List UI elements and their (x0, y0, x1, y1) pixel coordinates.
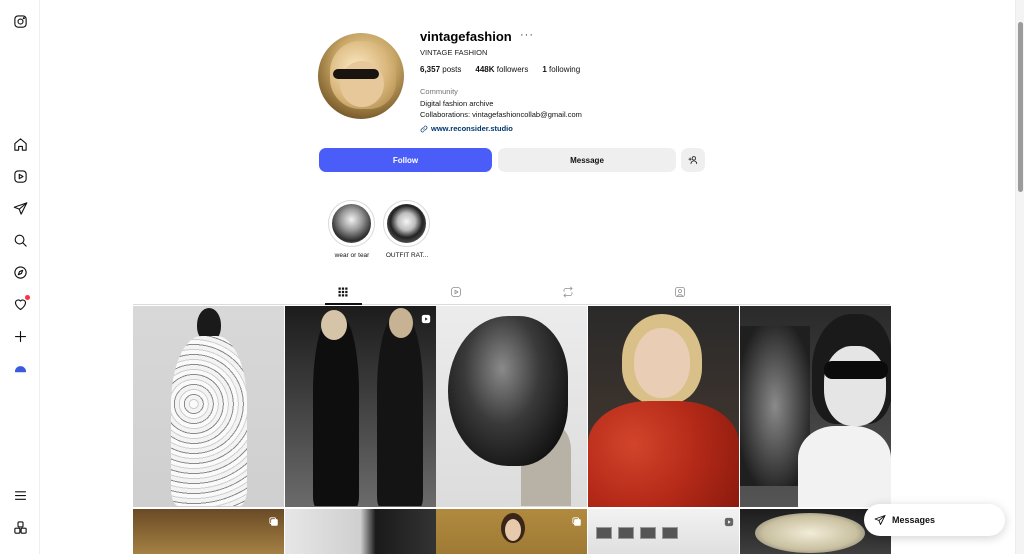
message-button[interactable]: Message (498, 148, 676, 172)
post-thumbnail[interactable] (436, 509, 587, 554)
post-thumbnail[interactable] (133, 306, 284, 507)
reel-indicator-icon (724, 514, 734, 527)
direct-icon[interactable] (12, 200, 28, 216)
profile-category: Community (420, 87, 458, 96)
highlight-cover (387, 204, 426, 243)
profile-stats: 6,357 posts 448K followers 1 following (420, 65, 580, 74)
profile-icon[interactable] (12, 360, 28, 376)
followers-stat[interactable]: 448K followers (475, 65, 528, 74)
post-thumbnail[interactable] (588, 306, 739, 507)
reel-indicator-icon (421, 311, 431, 324)
tab-tagged-icon[interactable] (673, 285, 687, 299)
story-highlight[interactable]: OUTFIT RAT... (383, 200, 431, 259)
tab-posts-grid-icon[interactable] (336, 285, 350, 299)
tabs-divider (133, 304, 890, 305)
following-stat[interactable]: 1 following (542, 65, 580, 74)
scrollbar-thumb[interactable] (1018, 22, 1023, 192)
profile-options-button[interactable]: ··· (520, 29, 534, 41)
instagram-logo-icon[interactable] (12, 13, 28, 29)
more-menu-icon[interactable] (12, 487, 28, 503)
left-nav-rail (0, 0, 40, 554)
reels-icon[interactable] (12, 168, 28, 184)
explore-icon[interactable] (12, 264, 28, 280)
home-icon[interactable] (12, 136, 28, 152)
profile-avatar[interactable] (318, 33, 404, 119)
post-thumbnail[interactable] (285, 306, 436, 507)
carousel-indicator-icon (269, 514, 279, 526)
post-thumbnail[interactable] (588, 509, 739, 554)
tab-reels-icon[interactable] (449, 285, 463, 299)
post-thumbnail[interactable] (740, 306, 891, 507)
page-scrollbar[interactable] (1015, 0, 1024, 554)
notifications-heart-icon[interactable] (12, 295, 30, 312)
posts-stat: 6,357 posts (420, 65, 462, 74)
post-thumbnail[interactable] (285, 509, 436, 554)
profile-username: vintagefashion (420, 29, 512, 44)
profile-website-link[interactable]: www.reconsider.studio (420, 124, 513, 133)
profile-bio-line: Digital fashion archive (420, 99, 494, 108)
tab-reposts-icon[interactable] (561, 285, 575, 299)
story-highlight[interactable]: wear or tear (328, 200, 376, 259)
highlight-label: OUTFIT RAT... (385, 252, 429, 259)
messages-button[interactable]: Messages (864, 504, 1005, 536)
create-plus-icon[interactable] (12, 328, 28, 344)
add-person-icon (688, 156, 698, 165)
notification-dot (25, 295, 30, 300)
active-tab-indicator (325, 303, 362, 305)
post-thumbnail[interactable] (436, 306, 587, 507)
post-thumbnail[interactable] (133, 509, 284, 554)
link-icon (420, 125, 428, 132)
carousel-indicator-icon (572, 514, 582, 526)
suggested-accounts-button[interactable] (681, 148, 705, 172)
search-icon[interactable] (12, 232, 28, 248)
direct-icon (874, 515, 886, 525)
follow-button[interactable]: Follow (319, 148, 492, 172)
also-from-meta-icon[interactable] (12, 519, 28, 535)
messages-label: Messages (892, 515, 936, 525)
highlight-cover (332, 204, 371, 243)
profile-full-name: VINTAGE FASHION (420, 48, 488, 57)
profile-bio-line: Collaborations: vintagefashioncollab@gma… (420, 110, 582, 119)
